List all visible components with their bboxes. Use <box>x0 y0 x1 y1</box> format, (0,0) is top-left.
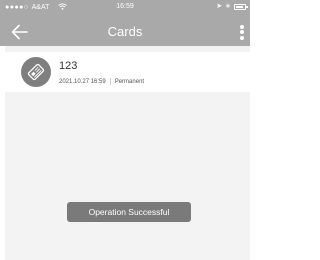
card-name: 123 <box>59 60 78 72</box>
location-icon: ➤ <box>216 3 223 10</box>
bluetooth-icon: ∗ <box>225 3 231 10</box>
card-meta: 2021.10.27 16:59 Permanent <box>59 78 144 85</box>
status-right: ➤ ∗ <box>216 0 248 14</box>
battery-icon <box>234 4 248 10</box>
screen: ●●●●○ A&AT 16:59 ➤ ∗ Cards 123 2021.10.2… <box>0 0 250 260</box>
more-vertical-icon[interactable] <box>238 23 246 41</box>
navigation-bar: Cards <box>0 18 250 46</box>
key-card-icon <box>21 57 51 87</box>
meta-divider <box>109 78 111 85</box>
card-validity: Permanent <box>114 78 145 85</box>
toast-message: Operation Successful <box>67 202 191 222</box>
status-time: 16:59 <box>116 3 134 10</box>
card-timestamp: 2021.10.27 16:59 <box>59 78 106 85</box>
status-bar: ●●●●○ A&AT 16:59 ➤ ∗ <box>0 0 250 14</box>
app-bar: ●●●●○ A&AT 16:59 ➤ ∗ Cards <box>0 0 250 46</box>
page-title: Cards <box>107 24 143 39</box>
list-item[interactable]: 123 2021.10.27 16:59 Permanent <box>5 52 250 92</box>
